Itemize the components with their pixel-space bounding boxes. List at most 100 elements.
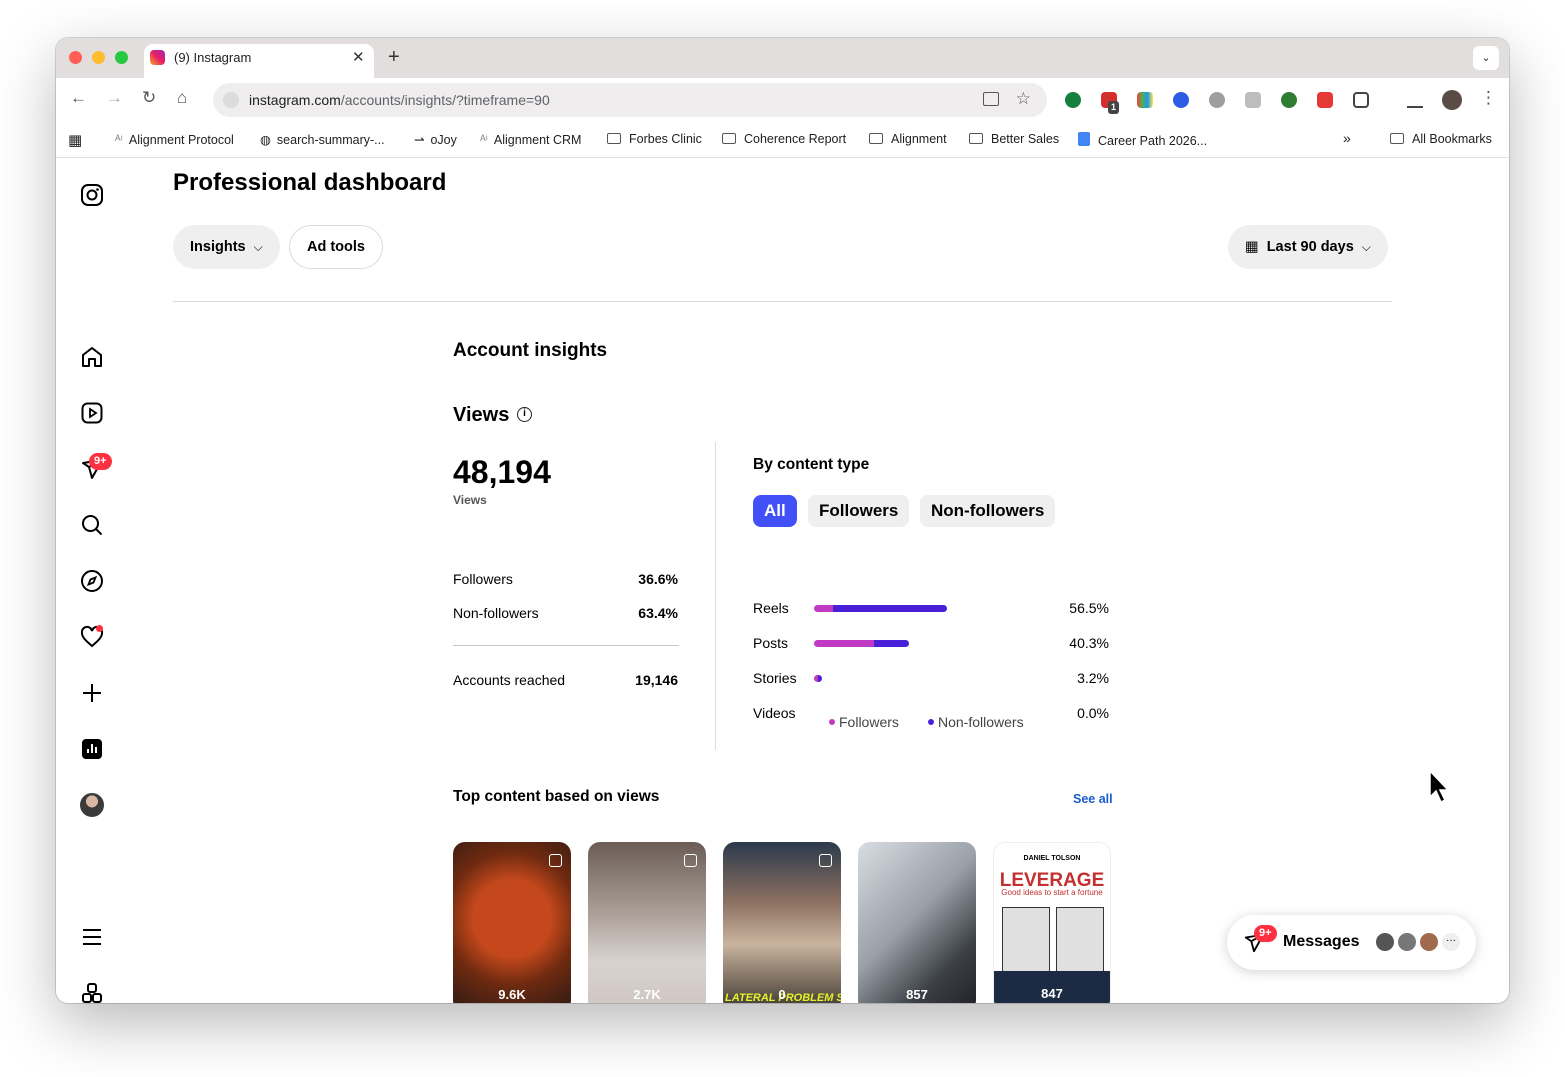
nonfollowers-segment: [873, 640, 909, 647]
reel-icon: [819, 854, 832, 867]
more-avatars: ···: [1440, 931, 1462, 953]
nonfollowers-label: Non-followers: [453, 605, 539, 621]
back-arrow-icon[interactable]: ←: [70, 88, 87, 108]
top-content-item[interactable]: 9.6K: [453, 842, 571, 1003]
docs-icon: [1078, 132, 1090, 146]
leverage-author: DANIEL TOLSON: [1023, 855, 1081, 862]
leverage-subtitle: Good ideas to start a fortune: [1001, 888, 1103, 897]
browser-menu-icon[interactable]: ⋮: [1480, 88, 1497, 108]
date-range-dropdown[interactable]: ▦ Last 90 days ⌵: [1228, 225, 1388, 269]
top-content-item[interactable]: LATERAL PROBLEM SO 0: [723, 842, 841, 1003]
minimize-window-button[interactable]: [92, 51, 105, 64]
browser-toolbar: ← → ↻ ⌂ instagram.com/accounts/insights/…: [56, 78, 1509, 122]
tab-all[interactable]: All: [753, 495, 797, 527]
views-total: 48,194: [453, 454, 551, 490]
bookmark-ojoy[interactable]: ⇀ oJoy: [414, 132, 457, 147]
apps-grid-icon[interactable]: ▦: [68, 131, 82, 149]
home-icon[interactable]: ⌂: [177, 88, 187, 108]
legend-dot: [928, 719, 934, 725]
close-tab-icon[interactable]: ✕: [352, 48, 365, 66]
info-icon[interactable]: i: [517, 407, 532, 422]
check-extension-icon[interactable]: [1281, 92, 1297, 108]
new-tab-icon[interactable]: +: [388, 46, 400, 69]
reel-icon: [549, 854, 562, 867]
chevron-down-icon: ⌵: [253, 240, 263, 254]
tab-followers[interactable]: Followers: [808, 495, 910, 527]
profile-avatar[interactable]: [1442, 90, 1462, 110]
header-divider: [173, 301, 1392, 302]
browser-window: (9) Instagram ✕ + ⌄ ← → ↻ ⌂ instagram.co…: [56, 38, 1509, 1003]
instagram-favicon-icon: [150, 50, 165, 65]
top-content-item[interactable]: 857: [858, 842, 976, 1003]
tab-search-chevron-icon[interactable]: ⌄: [1473, 46, 1499, 70]
palette-extension-icon[interactable]: [1137, 92, 1153, 108]
content-type-value-reels: 56.5%: [1069, 600, 1109, 616]
reload-icon[interactable]: ↻: [142, 88, 156, 108]
install-app-icon[interactable]: [983, 92, 999, 106]
media-controls-icon[interactable]: [1407, 92, 1423, 108]
bookmark-alignment[interactable]: Alignment: [869, 132, 947, 146]
view-count: 9.6K: [498, 987, 526, 1002]
bookmark-coherence-report[interactable]: Coherence Report: [722, 132, 846, 146]
also-from-meta-icon[interactable]: [80, 981, 104, 1003]
more-bookmarks-chevron[interactable]: »: [1343, 130, 1351, 146]
messages-badge: 9+: [1254, 925, 1277, 942]
search-icon[interactable]: [80, 513, 104, 537]
top-content-item[interactable]: DANIEL TOLSON LEVERAGE Good ideas to sta…: [993, 842, 1111, 1003]
site-settings-icon[interactable]: [223, 92, 239, 108]
messages-button[interactable]: 9+ Messages ···: [1227, 915, 1476, 970]
extensions-puzzle-icon[interactable]: [1353, 92, 1369, 108]
folder-icon: [607, 133, 621, 144]
im-extension-icon[interactable]: [1209, 92, 1225, 108]
bookmark-alignment-protocol[interactable]: ᴬⁱ Alignment Protocol: [115, 132, 234, 147]
bookmark-forbes-clinic[interactable]: Forbes Clinic: [607, 132, 702, 146]
shield-extension-icon[interactable]: [1245, 92, 1261, 108]
forward-arrow-icon[interactable]: →: [106, 88, 123, 108]
notification-badge: 9+: [89, 453, 112, 470]
see-all-link[interactable]: See all: [1073, 792, 1113, 806]
target-extension-icon[interactable]: [1317, 92, 1333, 108]
avatar: [1418, 931, 1440, 953]
address-bar[interactable]: instagram.com/accounts/insights/?timefra…: [213, 83, 1047, 117]
nonfollowers-segment: [832, 605, 947, 612]
dashboard-chart-icon[interactable]: [80, 737, 104, 761]
content-type-value-stories: 3.2%: [1077, 670, 1109, 686]
date-range-label: Last 90 days: [1266, 239, 1354, 255]
bookmark-alignment-crm[interactable]: ᴬⁱ Alignment CRM: [480, 132, 581, 147]
zoom-extension-icon[interactable]: [1173, 92, 1189, 108]
cover-photo-right: [1056, 907, 1104, 977]
bookmark-all-bookmarks[interactable]: All Bookmarks: [1390, 132, 1492, 146]
bookmark-better-sales[interactable]: Better Sales: [969, 132, 1059, 146]
bookmark-search-summary[interactable]: ◍ search-summary-...: [260, 132, 385, 147]
view-count: 847: [1041, 986, 1063, 1001]
views-heading: Views: [453, 404, 510, 426]
home-icon[interactable]: [80, 345, 104, 369]
insights-dropdown[interactable]: Insights ⌵: [173, 225, 280, 269]
view-count: 857: [906, 987, 928, 1002]
view-count: 0: [778, 987, 786, 1002]
legend-nonfollowers: Non-followers: [928, 714, 1024, 730]
notifications-heart-icon[interactable]: [80, 625, 104, 649]
instagram-logo-icon[interactable]: [80, 183, 104, 207]
legend-followers: Followers: [829, 714, 899, 730]
content-type-value-posts: 40.3%: [1069, 635, 1109, 651]
zoom-window-button[interactable]: [115, 51, 128, 64]
avatar: [1374, 931, 1396, 953]
tab-nonfollowers[interactable]: Non-followers: [920, 495, 1056, 527]
bookmark-star-icon[interactable]: ☆: [1016, 89, 1031, 109]
explore-compass-icon[interactable]: [80, 569, 104, 593]
profile-avatar[interactable]: [80, 793, 104, 817]
url-text[interactable]: instagram.com/accounts/insights/?timefra…: [249, 92, 550, 108]
by-content-type-heading: By content type: [753, 456, 870, 473]
ad-tools-button[interactable]: Ad tools: [289, 225, 383, 269]
grammarly-extension-icon[interactable]: [1065, 92, 1081, 108]
top-content-item[interactable]: 2.7K: [588, 842, 706, 1003]
more-menu-icon[interactable]: [80, 925, 104, 949]
reels-icon[interactable]: [80, 401, 104, 425]
nonfollowers-segment: [818, 675, 822, 682]
bookmark-career-path[interactable]: Career Path 2026...: [1078, 132, 1207, 148]
content-type-label-videos: Videos: [753, 705, 796, 721]
accounts-reached-value: 19,146: [635, 672, 678, 688]
create-plus-icon[interactable]: [80, 681, 104, 705]
close-window-button[interactable]: [69, 51, 82, 64]
